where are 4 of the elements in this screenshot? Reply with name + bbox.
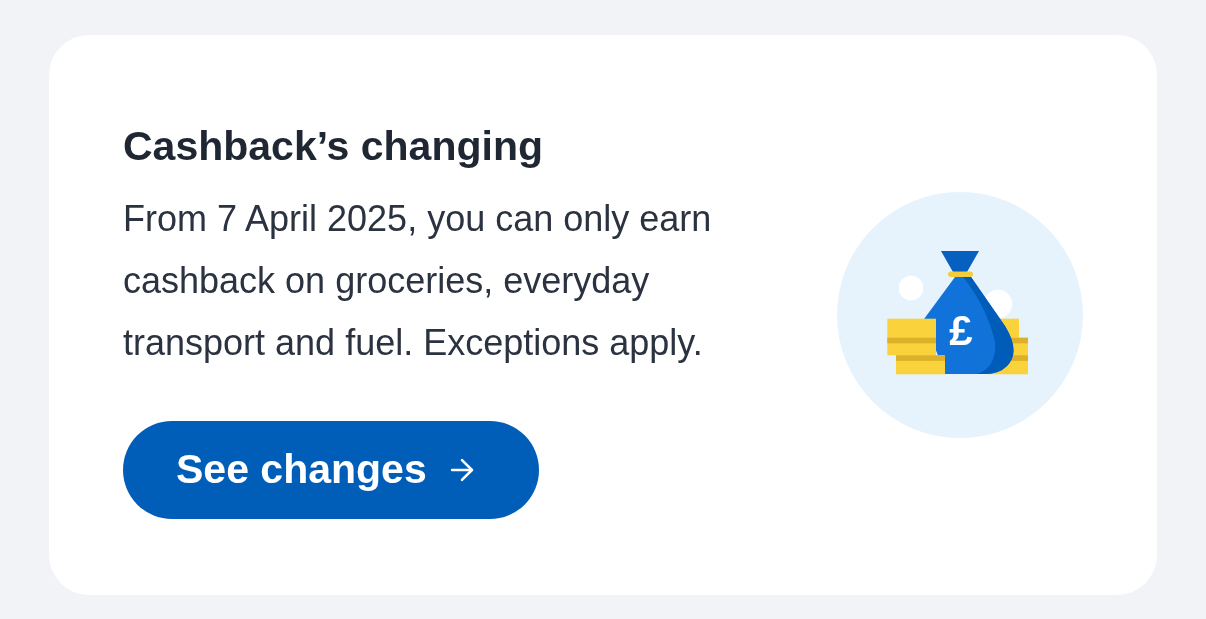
pound-symbol: £ <box>949 307 973 354</box>
card-description: From 7 April 2025, you can only earn cashback on groceries, everyday transport and fuel. Exceptions apply. <box>123 196 713 365</box>
see-changes-button[interactable]: See changes <box>123 420 539 519</box>
card-title: Cashback’s changing <box>123 121 543 170</box>
